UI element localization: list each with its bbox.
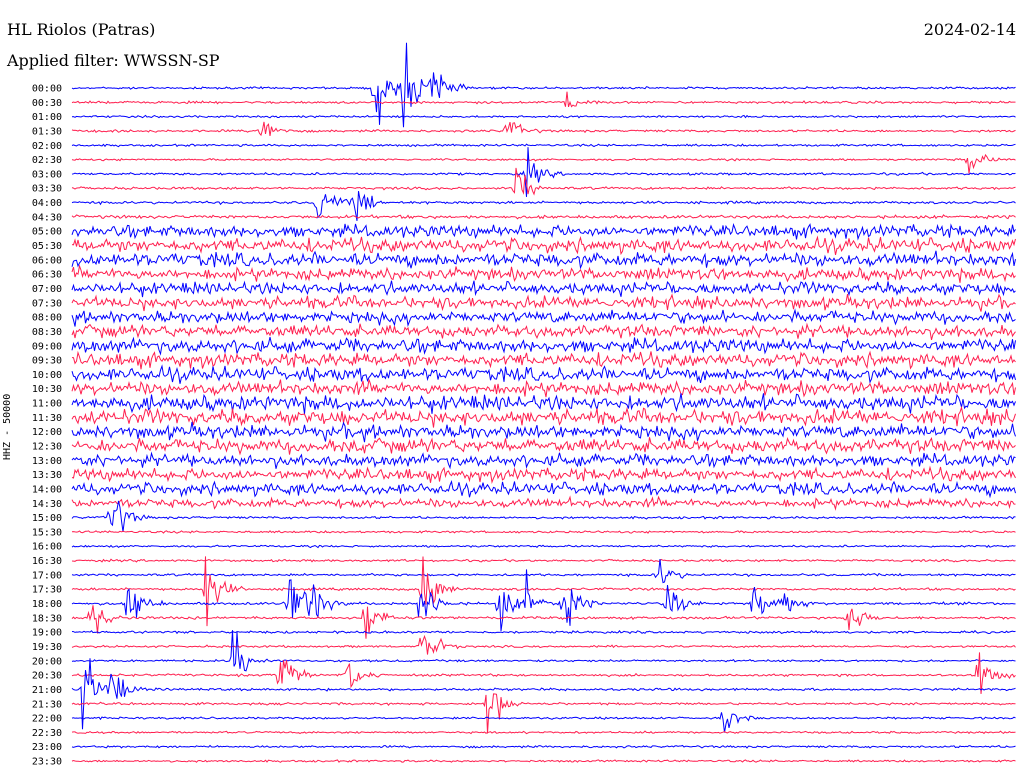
time-label-2000: 20:00: [32, 656, 62, 667]
trace-2000: [71, 630, 1016, 672]
time-label-2030: 20:30: [32, 671, 62, 682]
time-label-1000: 10:00: [32, 370, 62, 381]
trace-1900: [71, 629, 1016, 635]
time-label-1630: 16:30: [32, 556, 62, 567]
trace-1200: [71, 421, 1016, 443]
time-label-1430: 14:30: [32, 499, 62, 510]
trace-0630: [71, 264, 1016, 283]
time-label-0030: 00:30: [32, 98, 62, 109]
time-label-1930: 19:30: [32, 642, 62, 653]
station-title: HL Riolos (Patras): [7, 20, 156, 39]
time-label-2200: 22:00: [32, 714, 62, 725]
time-label-0630: 06:30: [32, 270, 62, 281]
trace-2130: [71, 693, 1016, 734]
trace-0130: [71, 121, 1016, 137]
time-label-1330: 13:30: [32, 470, 62, 481]
time-label-1900: 19:00: [32, 628, 62, 639]
trace-0800: [71, 308, 1016, 328]
time-label-0000: 00:00: [32, 84, 62, 95]
trace-0230: [71, 153, 1016, 174]
seismogram-plot: 00:00 00:30 01:00 01:30 02:00 02:30 03:00 03:30…: [32, 42, 1016, 768]
trace-1430: [71, 495, 1016, 511]
time-label-1130: 11:30: [32, 413, 62, 424]
time-label-0930: 09:30: [32, 356, 62, 367]
time-label-1530: 15:30: [32, 527, 62, 538]
time-label-0330: 03:30: [32, 184, 62, 195]
time-label-0500: 05:00: [32, 227, 62, 238]
time-label-2300: 23:00: [32, 742, 62, 753]
trace-1100: [71, 393, 1016, 414]
time-label-1100: 11:00: [32, 399, 62, 410]
time-label-0300: 03:00: [32, 169, 62, 180]
time-label-0700: 07:00: [32, 284, 62, 295]
trace-1630: [71, 558, 1016, 563]
trace-0430: [71, 214, 1016, 220]
time-label-0600: 06:00: [32, 255, 62, 266]
time-label-0400: 04:00: [32, 198, 62, 209]
time-label-1030: 10:30: [32, 384, 62, 395]
time-label-0530: 05:30: [32, 241, 62, 252]
trace-0100: [71, 114, 1016, 119]
trace-1330: [71, 465, 1016, 485]
trace-2300: [71, 744, 1016, 749]
time-label-0230: 02:30: [32, 155, 62, 166]
trace-0330: [71, 167, 1016, 196]
trace-2030: [71, 652, 1016, 694]
trace-0600: [71, 250, 1016, 270]
trace-1600: [71, 544, 1016, 549]
trace-group: [71, 42, 1016, 763]
trace-0700: [71, 280, 1016, 298]
time-label-0830: 08:30: [32, 327, 62, 338]
trace-1830: [71, 605, 1016, 639]
trace-1800: [71, 569, 1016, 632]
date-label: 2024-02-14: [923, 20, 1016, 39]
time-label-0130: 01:30: [32, 127, 62, 138]
time-label-2330: 23:30: [32, 757, 62, 768]
time-label-1700: 17:00: [32, 570, 62, 581]
trace-1030: [71, 379, 1016, 398]
trace-0030: [71, 91, 1016, 108]
time-label-0800: 08:00: [32, 313, 62, 324]
trace-1530: [71, 530, 1016, 534]
trace-1300: [71, 451, 1016, 470]
trace-2330: [71, 759, 1016, 763]
time-label-2100: 21:00: [32, 685, 62, 696]
trace-1400: [71, 480, 1016, 499]
time-label-0200: 02:00: [32, 141, 62, 152]
trace-1230: [71, 437, 1016, 456]
trace-2200: [71, 712, 1016, 733]
trace-0530: [71, 235, 1016, 256]
time-label-1200: 12:00: [32, 427, 62, 438]
time-labels: 00:00 00:30 01:00 01:30 02:00 02:30 03:00 03:30…: [32, 84, 62, 768]
trace-1000: [71, 364, 1016, 384]
time-label-0430: 04:30: [32, 212, 62, 223]
time-label-1400: 14:00: [32, 485, 62, 496]
trace-1700: [71, 559, 1016, 584]
time-label-1300: 13:00: [32, 456, 62, 467]
time-label-2130: 21:30: [32, 699, 62, 710]
trace-0830: [71, 322, 1016, 341]
time-label-1800: 18:00: [32, 599, 62, 610]
time-label-0730: 07:30: [32, 298, 62, 309]
time-label-0900: 09:00: [32, 341, 62, 352]
trace-0900: [71, 336, 1016, 356]
trace-0500: [71, 222, 1016, 241]
trace-1730: [71, 556, 1016, 627]
trace-1930: [71, 634, 1016, 655]
time-label-1500: 15:00: [32, 513, 62, 524]
time-label-1830: 18:30: [32, 613, 62, 624]
time-label-1730: 17:30: [32, 585, 62, 596]
time-label-1600: 16:00: [32, 542, 62, 553]
filter-label: Applied filter: WWSSN-SP: [7, 51, 220, 70]
time-label-0100: 01:00: [32, 112, 62, 123]
trace-0730: [71, 293, 1016, 312]
trace-0200: [71, 143, 1016, 148]
y-axis-label: HHZ - 50000: [2, 393, 13, 460]
trace-2230: [71, 730, 1016, 735]
time-label-2230: 22:30: [32, 728, 62, 739]
time-label-1230: 12:30: [32, 442, 62, 453]
